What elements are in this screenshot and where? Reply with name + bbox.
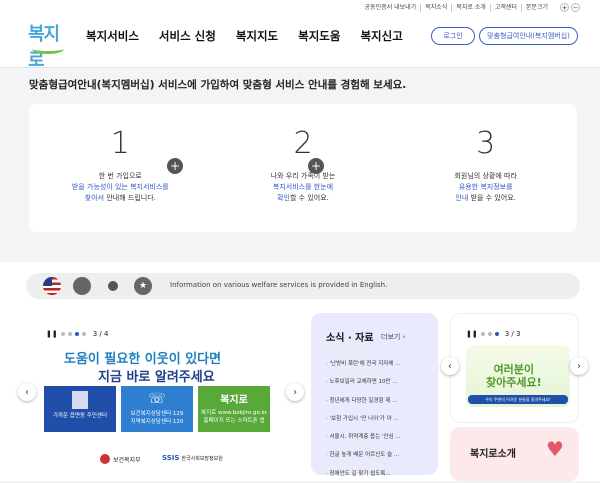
japan-flag-icon[interactable] [104, 277, 122, 295]
util-cert[interactable]: 공동인증서 내보내기 [361, 4, 421, 12]
login-button[interactable]: 로그인 [431, 27, 475, 45]
banner-prev-button[interactable]: ‹ [18, 383, 36, 401]
banner-title-2: 지금 바로 알려주세요 [98, 370, 215, 385]
nav-map[interactable]: 복지지도 [236, 28, 278, 44]
nav-welfare-services[interactable]: 복지서비스 [86, 28, 139, 44]
heart-icon: ♥ [546, 437, 564, 461]
card-community-center[interactable]: 가까운 읍면동 주민센터 [44, 386, 116, 432]
org-mohw: 보건복지부 [100, 454, 141, 464]
list-item[interactable]: '난방비 폭탄'에 전국 지자체 ... [326, 355, 431, 373]
nav-help[interactable]: 복지도움 [298, 28, 340, 44]
us-flag-icon[interactable] [43, 277, 61, 295]
step-3: 3 회원님의 상황에 따라 유용한 복지정보를 안내 받을 수 있어요. [454, 126, 517, 202]
side-next-button[interactable]: › [570, 357, 588, 375]
card-bokjiro[interactable]: 복지로 복지로 www.bokjiro.go.kr 홈페이지 또는 스마트폰 앱 [198, 386, 270, 432]
util-news[interactable]: 복지소식 [420, 3, 451, 12]
news-more-link[interactable]: 더보기 › [381, 332, 405, 342]
news-list: '난방비 폭탄'에 전국 지자체 ... 노후보일러 교체하면 10만 ... … [326, 355, 431, 483]
side-prev-button[interactable]: ‹ [441, 357, 459, 375]
list-item[interactable]: 한글 높게 배운 어르신도 술 ... [326, 446, 431, 464]
side-banner-image: 여러분이 찾아주세요! 우리 주변의 어려운 분들을 알려주세요! [466, 345, 570, 407]
header: 공동인증서 내보내기 복지소식 복지로 소개 고객센터 본문크기 + − 복지로 … [0, 0, 600, 71]
nav-apply[interactable]: 서비스 신청 [159, 28, 216, 44]
step-1: 1 한 번 가입으로 받을 가능성이 있는 복지서비스를 찾아서 안내해 드립니… [71, 126, 169, 202]
list-item[interactable]: 서울시, 취약계층 돕는 '안심 ... [326, 428, 431, 446]
building-icon [72, 391, 88, 409]
card-counseling[interactable]: ☏ 보건복지상담센터 129 지역복지상담센터 120 [121, 386, 193, 432]
list-item[interactable]: 장애인도 길 찾기 쉽도록... [326, 465, 431, 483]
org-ssis: SSIS 한국사회보장정보원 [162, 454, 223, 462]
about-bokjiro-card[interactable]: 복지로소개 ♥ [450, 427, 579, 481]
minus-icon[interactable]: − [571, 3, 580, 12]
membership-guide-button[interactable]: 맞춤형급여안내(복지멤버십) [479, 27, 578, 45]
vietnam-flag-icon[interactable]: ★ [134, 277, 152, 295]
list-item[interactable]: 노후보일러 교체하면 10만 ... [326, 373, 431, 391]
step-2: 2 나와 우리 가족이 받는 복지서비스를 한눈에 확인할 수 있어요. [270, 126, 336, 202]
list-item[interactable]: 청년에게 다양한 일경험 제 ... [326, 392, 431, 410]
china-flag-icon[interactable] [73, 277, 91, 295]
smile-icon [32, 44, 64, 54]
banner-pagination: ❚❚ 3 / 4 [46, 330, 109, 338]
util-help[interactable]: 고객센터 [489, 3, 521, 12]
plus-icon: + [167, 158, 183, 174]
phone-icon: ☏ [148, 391, 166, 407]
taegeuk-icon [100, 454, 110, 464]
language-info: Information on various welfare services … [170, 281, 388, 289]
bokjiro-logo-icon: 복지로 [220, 395, 248, 406]
nav-report[interactable]: 복지신고 [360, 28, 402, 44]
news-title: 소식 · 자료 [326, 333, 374, 344]
page-headline: 맞춤형급여안내(복지멤버십) 서비스에 가입하여 맞춤형 서비스 안내를 경험해… [29, 79, 407, 91]
pause-icon[interactable]: ❚❚ [46, 330, 58, 338]
util-about[interactable]: 복지로 소개 [451, 3, 490, 12]
pause-icon[interactable]: ❚❚ [466, 330, 478, 338]
news-panel: 소식 · 자료 더보기 › '난방비 폭탄'에 전국 지자체 ... 노후보일러… [311, 313, 438, 477]
main-nav: 복지서비스 서비스 신청 복지지도 복지도움 복지신고 [86, 28, 403, 44]
membership-steps: 1 한 번 가입으로 받을 가능성이 있는 복지서비스를 찾아서 안내해 드립니… [29, 104, 577, 232]
list-item[interactable]: '보험 가입시 '만 나이'가 아 ... [326, 410, 431, 428]
banner-title-1: 도움이 필요한 이웃이 있다면 [64, 352, 222, 367]
util-fontsize: 본문크기 [520, 3, 552, 12]
plus-icon: + [308, 158, 324, 174]
side-pagination: ❚❚ 3 / 3 [466, 330, 521, 338]
logo[interactable]: 복지로 [28, 20, 70, 71]
utility-links: 공동인증서 내보내기 복지소식 복지로 소개 고객센터 본문크기 + − [361, 3, 584, 12]
banner-next-button[interactable]: › [286, 383, 304, 401]
plus-icon[interactable]: + [560, 3, 569, 12]
